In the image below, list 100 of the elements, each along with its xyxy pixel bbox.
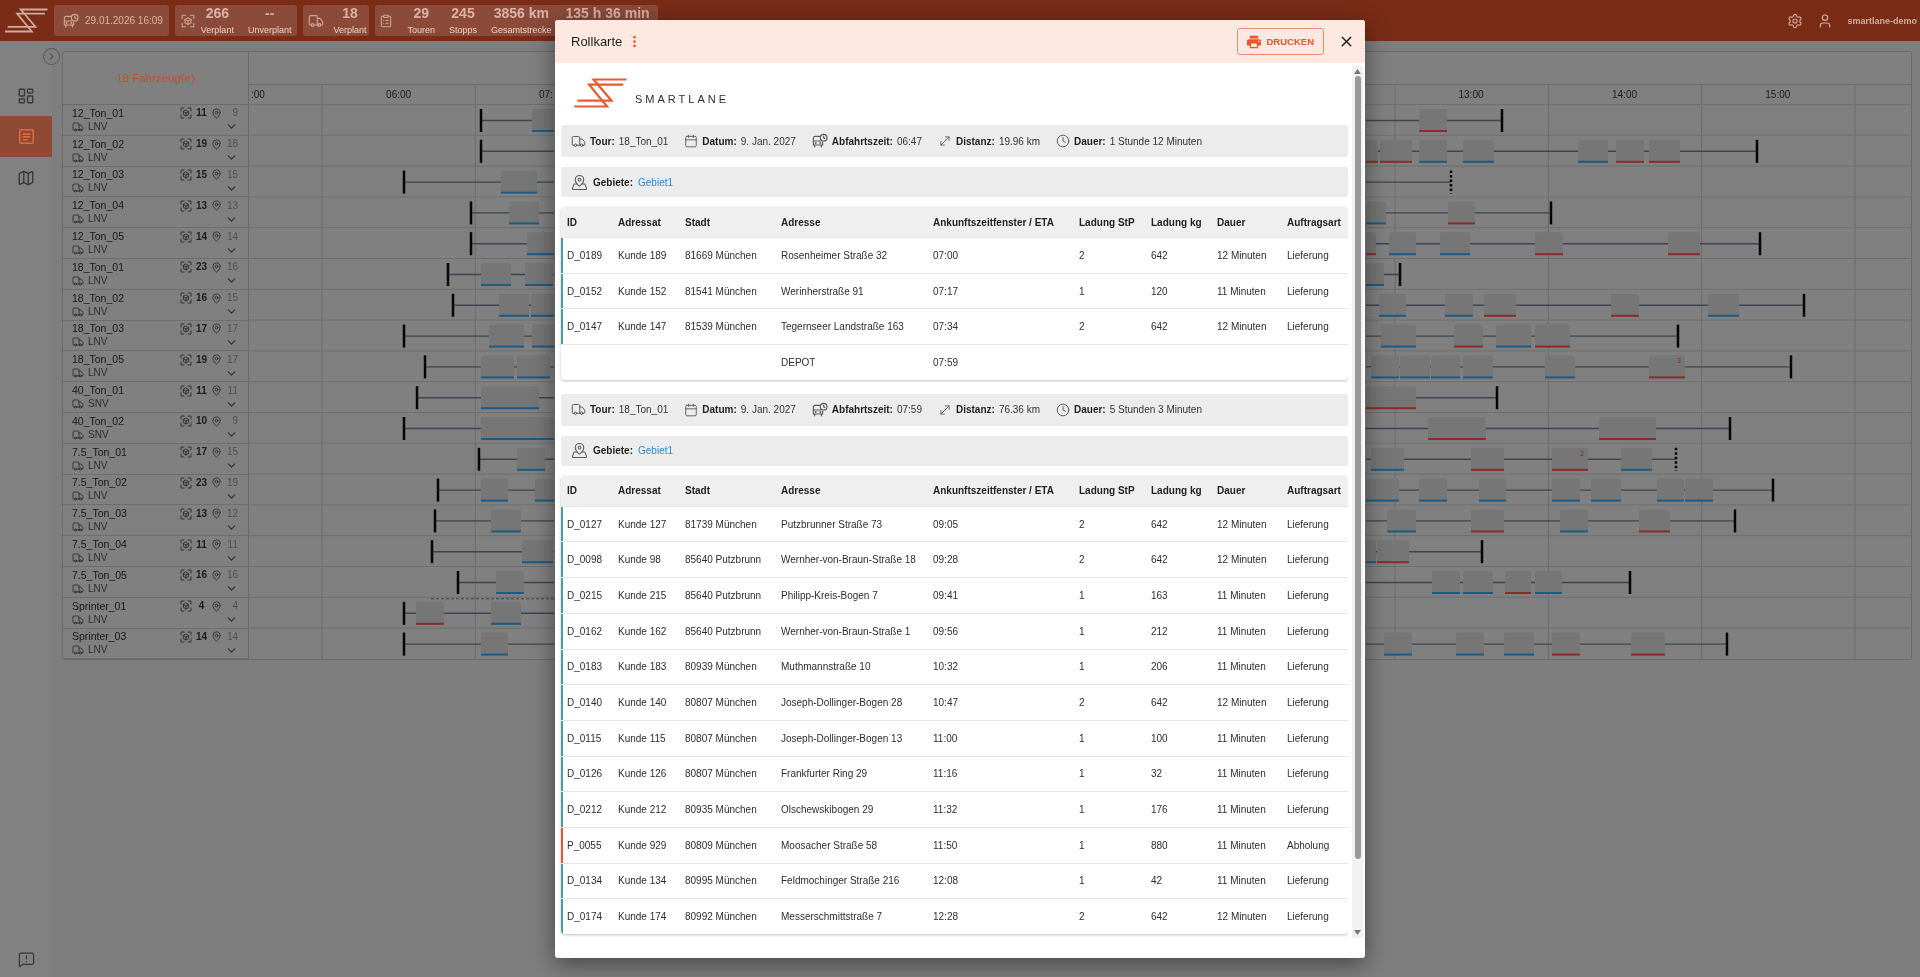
stop-block[interactable] xyxy=(1381,324,1416,348)
vehicle-name[interactable]: 7.5_Ton_03 xyxy=(72,507,127,521)
stop-block[interactable] xyxy=(517,355,550,379)
vehicle-name[interactable]: 7.5_Ton_04 xyxy=(72,538,127,552)
stop-block[interactable] xyxy=(1454,324,1483,348)
stop-block[interactable] xyxy=(522,540,553,564)
stop-block[interactable] xyxy=(481,417,554,440)
stop-block[interactable] xyxy=(501,170,537,194)
stop-block[interactable] xyxy=(535,478,554,502)
scroll-down-icon[interactable] xyxy=(1354,930,1361,935)
stop-block[interactable] xyxy=(1578,139,1608,163)
scrollbar[interactable] xyxy=(1352,66,1363,938)
stop-block[interactable] xyxy=(1471,509,1504,533)
stop-block[interactable] xyxy=(1380,139,1412,163)
vehicle-name[interactable]: 12_Ton_03 xyxy=(72,168,124,182)
logo-icon[interactable] xyxy=(4,6,48,35)
stop-block[interactable] xyxy=(489,324,524,348)
feedback-icon[interactable] xyxy=(17,951,35,968)
stop-block[interactable] xyxy=(1479,478,1506,502)
stop-block[interactable] xyxy=(1708,293,1739,317)
stop-block[interactable] xyxy=(1371,355,1399,379)
vehicle-name[interactable]: 18_Ton_05 xyxy=(72,353,124,367)
stop-block[interactable] xyxy=(1463,139,1494,163)
stop-block[interactable] xyxy=(1591,478,1621,502)
vehicle-name[interactable]: 18_Ton_03 xyxy=(72,322,124,336)
stop-block[interactable] xyxy=(481,386,539,410)
vehicle-name[interactable]: 40_Ton_01 xyxy=(72,384,124,398)
vehicle-name[interactable]: 18_Ton_01 xyxy=(72,260,124,274)
stop-block[interactable] xyxy=(1431,355,1460,379)
stop-block[interactable] xyxy=(1545,355,1575,379)
stop-block[interactable] xyxy=(1366,201,1386,225)
stop-block[interactable] xyxy=(525,263,553,286)
vehicle-name[interactable]: 12_Ton_04 xyxy=(72,199,124,213)
stop-block[interactable] xyxy=(517,447,545,471)
stop-block[interactable] xyxy=(1428,417,1486,440)
stop-block[interactable] xyxy=(1657,478,1684,502)
stop-block[interactable] xyxy=(1384,632,1412,656)
stop-block[interactable] xyxy=(1552,632,1580,656)
stop-block[interactable] xyxy=(1366,232,1376,256)
stop-block[interactable] xyxy=(1471,447,1504,471)
stop-block[interactable] xyxy=(1419,139,1447,163)
stop-block[interactable] xyxy=(532,109,554,132)
stop-block[interactable] xyxy=(1639,509,1670,533)
stop-block[interactable] xyxy=(1387,509,1416,533)
expand-button[interactable] xyxy=(43,48,60,65)
scroll-up-icon[interactable] xyxy=(1354,69,1361,74)
nav-button[interactable] xyxy=(0,116,52,157)
stop-block[interactable] xyxy=(1649,139,1680,163)
stop-block[interactable] xyxy=(1366,478,1399,502)
stop-block[interactable] xyxy=(481,632,508,656)
stop-block[interactable] xyxy=(491,509,521,533)
vehicle-name[interactable]: 40_Ton_02 xyxy=(72,414,124,428)
stop-block[interactable] xyxy=(1616,139,1644,163)
stop-block[interactable] xyxy=(509,201,539,225)
stop-block[interactable] xyxy=(1366,386,1416,410)
stop-block[interactable] xyxy=(1445,293,1473,317)
stop-block[interactable] xyxy=(1560,509,1588,533)
stop-block[interactable] xyxy=(1456,632,1484,656)
vehicle-name[interactable]: Sprinter_01 xyxy=(72,599,127,613)
stop-block[interactable] xyxy=(416,601,444,625)
stop-block[interactable] xyxy=(1377,540,1409,564)
vehicle-name[interactable]: 7.5_Ton_05 xyxy=(72,568,127,582)
stop-block[interactable] xyxy=(1419,478,1447,502)
area-link[interactable]: Gebiet1 xyxy=(638,445,674,457)
area-link[interactable]: Gebiet1 xyxy=(638,176,674,188)
stop-block[interactable] xyxy=(1463,355,1493,379)
stop-block[interactable] xyxy=(1535,571,1562,594)
vehicle-name[interactable]: 18_Ton_02 xyxy=(72,291,124,305)
stop-block[interactable] xyxy=(1496,324,1531,348)
print-button[interactable]: DRUCKEN xyxy=(1236,28,1324,55)
stop-block[interactable] xyxy=(481,478,508,502)
stop-block[interactable] xyxy=(531,293,554,317)
vehicle-name[interactable]: 12_Ton_01 xyxy=(72,106,124,120)
stop-block[interactable] xyxy=(1631,632,1665,656)
stop-block[interactable] xyxy=(1366,540,1376,564)
stop-block[interactable] xyxy=(1419,109,1447,132)
vehicle-name[interactable]: 12_Ton_02 xyxy=(72,137,124,151)
stop-block[interactable] xyxy=(532,324,554,348)
vehicle-name[interactable]: 7.5_Ton_02 xyxy=(72,476,127,490)
stop-block[interactable] xyxy=(1366,263,1384,286)
stop-block[interactable] xyxy=(1505,571,1531,594)
stop-block[interactable] xyxy=(1504,632,1534,656)
scrollbar-thumb[interactable] xyxy=(1354,76,1361,859)
stop-block[interactable] xyxy=(1535,232,1563,256)
stop-block[interactable] xyxy=(1448,201,1475,225)
stop-block[interactable] xyxy=(491,601,521,625)
stop-block[interactable] xyxy=(1484,293,1516,317)
stop-block[interactable] xyxy=(481,355,514,379)
stop-block[interactable] xyxy=(1389,232,1416,256)
stop-block[interactable] xyxy=(1668,232,1700,256)
stop-block[interactable] xyxy=(1621,447,1652,471)
stop-block[interactable] xyxy=(481,263,511,286)
stop-block[interactable] xyxy=(1400,355,1430,379)
vehicle-name[interactable]: 12_Ton_05 xyxy=(72,230,124,244)
vehicle-name[interactable]: Sprinter_03 xyxy=(72,630,127,644)
stop-block[interactable] xyxy=(1366,139,1378,163)
stop-block[interactable] xyxy=(1463,571,1493,594)
stop-block[interactable] xyxy=(1599,417,1656,440)
stop-block[interactable] xyxy=(1371,447,1404,471)
stop-block[interactable] xyxy=(1379,293,1406,317)
